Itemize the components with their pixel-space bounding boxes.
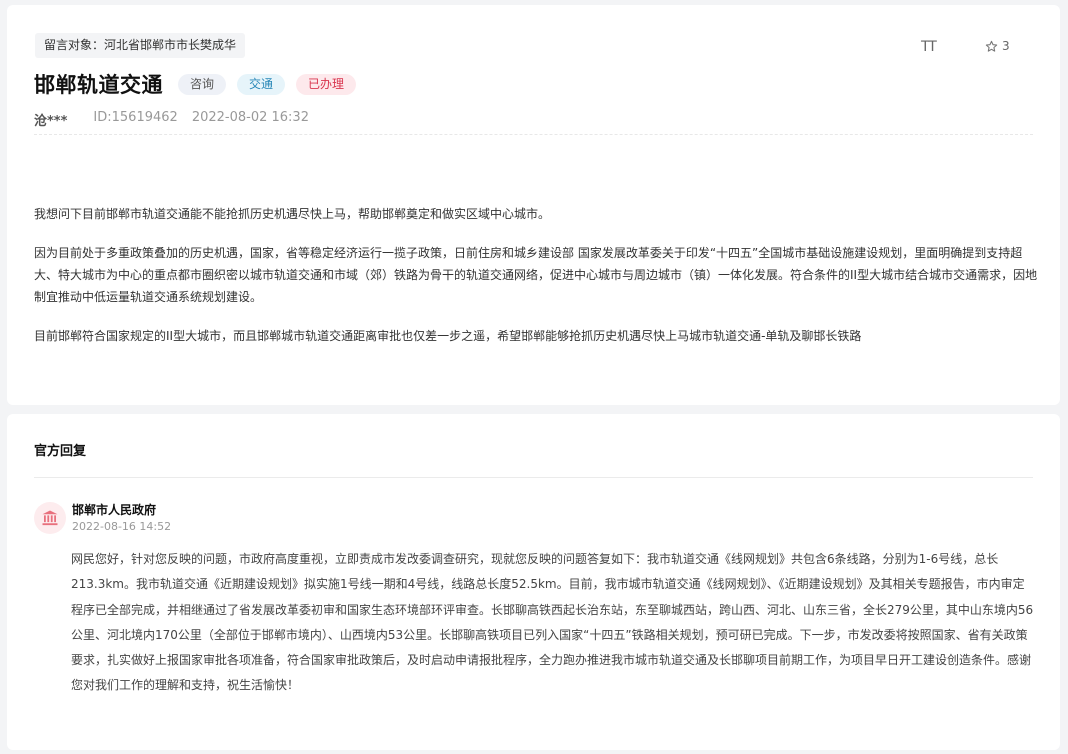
reply-heading: 官方回复 (34, 444, 87, 459)
page-title: 邯郸轨道交通 (34, 73, 163, 97)
question-paragraph: 因为目前处于多重政策叠加的历史机遇，国家，省等稳定经济运行一揽子政策，日前住房和… (34, 246, 1038, 304)
message-id: ID:15619462 (93, 110, 178, 125)
question-paragraph: 目前邯郸符合国家规定的II型大城市，而且邯郸城市轨道交通距离审批也仅差一步之遥，… (34, 329, 862, 343)
title-row: 邯郸轨道交通 咨询 交通 已办理 (34, 69, 357, 99)
favorite-button[interactable]: 3 (985, 39, 1010, 53)
author-name: 沧*** (34, 114, 68, 129)
question-meta: 沧*** ID:15619462 2022-08-02 16:32 (34, 110, 309, 129)
message-target-label: 留言对象： (44, 38, 105, 52)
avatar (34, 502, 66, 534)
category-tag-consult: 咨询 (178, 73, 227, 95)
divider (34, 477, 1033, 478)
message-target-name: 河北省邯郸市市长樊成华 (104, 38, 237, 52)
font-size-button[interactable]: TT (921, 39, 937, 55)
government-building-icon (42, 510, 58, 526)
question-body: 我想问下目前邯郸市轨道交通能不能抢抓历史机遇尽快上马，帮助邯郸奠定和做实区域中心… (34, 203, 1038, 364)
category-tag-traffic: 交通 (237, 73, 286, 95)
message-datetime: 2022-08-02 16:32 (191, 110, 309, 125)
font-size-icon: TT (921, 39, 937, 55)
star-icon (985, 40, 998, 52)
favorite-count: 3 (1002, 39, 1010, 53)
message-target-tag: 留言对象：河北省邯郸市市长樊成华 (35, 33, 246, 58)
status-badge: 已办理 (296, 73, 357, 95)
reply-datetime: 2022-08-16 14:52 (72, 520, 172, 533)
reply-body: 网民您好，针对您反映的问题，市政府高度重视，立即责成市发改委调查研究，现就您反映… (71, 552, 1034, 693)
official-reply-card: 官方回复 邯郸市人民政府 2022-08-16 14:52 网民您好，针对您反映… (7, 414, 1060, 750)
responder-name: 邯郸市人民政府 (72, 503, 157, 517)
question-paragraph: 我想问下目前邯郸市轨道交通能不能抢抓历史机遇尽快上马，帮助邯郸奠定和做实区域中心… (34, 207, 551, 221)
divider (34, 134, 1033, 135)
question-card: 留言对象：河北省邯郸市市长樊成华 TT 3 邯郸轨道交通 咨询 交通 已办理 沧… (7, 5, 1060, 405)
